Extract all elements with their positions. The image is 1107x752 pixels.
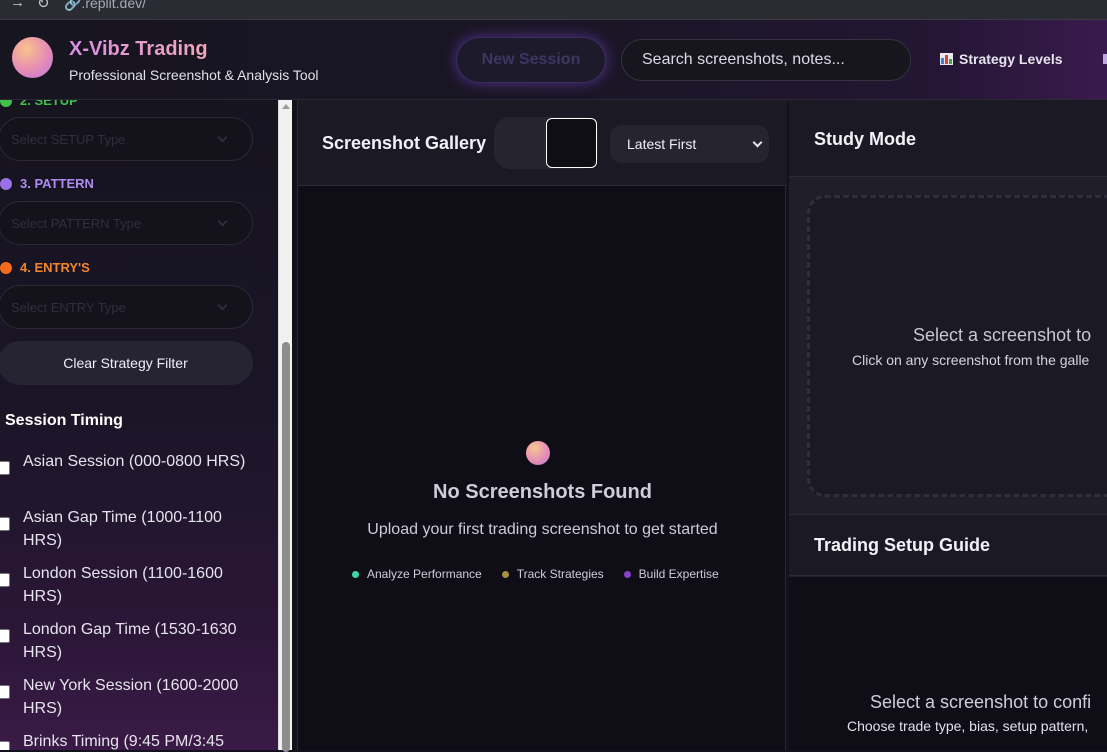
menu-icon[interactable]: [1103, 54, 1107, 64]
new-session-button[interactable]: New Session: [456, 37, 606, 83]
section-entry-label: 4. ENTRY'S: [0, 260, 90, 275]
forward-icon[interactable]: →: [10, 0, 25, 11]
session-checkbox[interactable]: [0, 685, 10, 699]
session-label: New York Session (1600-2000 HRS): [23, 677, 239, 717]
session-checkbox[interactable]: [0, 517, 10, 531]
gallery-header: Screenshot Gallery Latest First: [298, 100, 787, 186]
feature-item: Track Strategies: [501, 567, 604, 581]
session-label: Asian Session (000-0800 HRS): [23, 453, 246, 470]
setup-guide-title: Trading Setup Guide: [814, 535, 991, 555]
study-panel: Study Mode Select a screenshot to Click …: [789, 100, 1107, 750]
study-mode-title: Study Mode: [814, 129, 916, 149]
logo-icon: [12, 37, 53, 78]
session-label: Asian Gap Time (1000-1100 HRS): [23, 509, 222, 549]
empty-state-subtitle: Upload your first trading screenshot to …: [367, 521, 718, 538]
browser-toolbar: → ↻ 🔗.replit.dev/: [0, 0, 1107, 20]
setup-guide-header: Trading Setup Guide: [789, 514, 1107, 576]
study-drop-zone[interactable]: [807, 195, 1107, 497]
session-label: London Session (1100-1600 HRS): [23, 565, 223, 605]
app-title: X-Vibz Trading: [69, 38, 208, 60]
feature-item: Build Expertise: [623, 567, 719, 581]
search-input[interactable]: [621, 39, 911, 81]
bullet-icon: [501, 570, 509, 578]
chevron-down-icon: [217, 216, 228, 226]
strategy-sidebar: 2. SETUP Select SETUP Type 3. PATTERN Se…: [0, 100, 278, 750]
session-checkbox[interactable]: [0, 629, 10, 643]
study-prompt-subtitle: Click on any screenshot from the galle: [852, 352, 1090, 368]
sort-order-value: Latest First: [627, 136, 697, 152]
gallery-title: Screenshot Gallery: [322, 133, 487, 153]
sort-order-select[interactable]: Latest First: [610, 125, 769, 163]
session-timing-heading: Session Timing: [5, 412, 123, 429]
empty-state-icon: [526, 441, 550, 465]
bullet-icon: [623, 570, 631, 578]
chevron-down-icon: [217, 132, 228, 142]
bullet-icon: [352, 570, 359, 578]
strategy-levels-label: Strategy Levels: [959, 51, 1063, 67]
sidebar-scrollbar[interactable]: [278, 100, 292, 752]
session-checkbox[interactable]: [0, 461, 10, 475]
session-option[interactable]: Asian Session (000-0800 HRS): [0, 450, 266, 475]
empty-state-title: No Screenshots Found: [433, 481, 652, 503]
status-dot-icon: [0, 100, 12, 107]
screenshot-gallery: Screenshot Gallery Latest First No Scree…: [297, 100, 787, 750]
reload-icon[interactable]: ↻: [37, 0, 50, 12]
feature-item: Analyze Performance: [352, 567, 482, 581]
status-dot-icon: [0, 177, 12, 190]
study-mode-header: Study Mode: [789, 100, 1107, 177]
chevron-down-icon: [217, 300, 228, 310]
session-label: London Gap Time (1530-1630 HRS): [23, 621, 237, 661]
scroll-up-arrow-icon[interactable]: [282, 104, 290, 109]
session-option[interactable]: New York Session (1600-2000 HRS): [0, 674, 266, 720]
feature-list: Analyze Performance Track Strategies Bui…: [352, 567, 719, 581]
session-label: Brinks Timing (9:45 PM/3:45: [23, 733, 224, 750]
study-prompt-title: Select a screenshot to: [913, 325, 1092, 345]
address-bar[interactable]: 🔗.replit.dev/: [64, 0, 146, 12]
status-dot-icon: [0, 261, 12, 274]
grid-view-option[interactable]: [546, 118, 597, 168]
session-option[interactable]: Brinks Timing (9:45 PM/3:45: [0, 730, 266, 750]
strategy-levels-button[interactable]: Strategy Levels: [940, 51, 1063, 67]
scrollbar-thumb[interactable]: [282, 342, 290, 752]
app-header: X-Vibz Trading Professional Screenshot &…: [0, 20, 1107, 100]
setup-guide-subprompt: Choose trade type, bias, setup pattern,: [847, 718, 1089, 734]
session-checkbox[interactable]: [0, 741, 10, 750]
app-subtitle: Professional Screenshot & Analysis Tool: [69, 67, 319, 83]
section-setup-label: 2. SETUP: [0, 100, 78, 108]
setup-guide-prompt: Select a screenshot to confi: [870, 692, 1092, 712]
session-option[interactable]: London Session (1100-1600 HRS): [0, 562, 266, 608]
chevron-down-icon: [752, 137, 763, 147]
pattern-type-select[interactable]: Select PATTERN Type: [0, 201, 253, 245]
session-option[interactable]: Asian Gap Time (1000-1100 HRS): [0, 506, 266, 552]
entry-type-select[interactable]: Select ENTRY Type: [0, 285, 253, 329]
session-option[interactable]: London Gap Time (1530-1630 HRS): [0, 618, 266, 664]
section-pattern-label: 3. PATTERN: [0, 176, 94, 191]
setup-type-select[interactable]: Select SETUP Type: [0, 117, 253, 161]
session-checkbox[interactable]: [0, 573, 10, 587]
view-mode-toggle[interactable]: [494, 117, 598, 169]
bar-chart-icon: [940, 53, 953, 65]
clear-strategy-filter-button[interactable]: Clear Strategy Filter: [0, 341, 253, 385]
